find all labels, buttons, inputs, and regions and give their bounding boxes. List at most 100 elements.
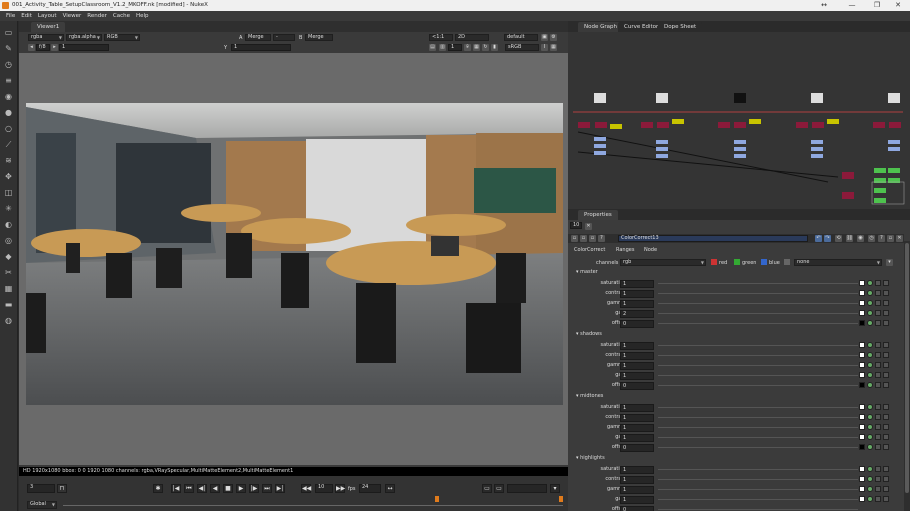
skip-forward-button[interactable]: ▶▶ — [335, 484, 345, 493]
node-color-icon[interactable]: ▫ — [589, 235, 596, 242]
param-slider[interactable] — [658, 447, 858, 448]
roi-icon[interactable]: ▤ — [429, 44, 436, 51]
expand-icon[interactable]: ▫ — [580, 235, 587, 242]
param-slider[interactable] — [658, 427, 858, 428]
color-swatch[interactable] — [859, 444, 865, 450]
mask-options-icon[interactable]: ▾ — [886, 259, 893, 266]
channels-dropdown[interactable]: rgba ▼ — [28, 34, 64, 41]
color-wheel-icon[interactable] — [867, 414, 873, 420]
color-wheel-icon[interactable] — [867, 300, 873, 306]
channel-split-icon[interactable] — [875, 320, 881, 326]
time-tool-icon[interactable]: ◷ — [3, 59, 14, 70]
proxy-icon[interactable]: ▥ — [439, 44, 446, 51]
animation-icon[interactable] — [883, 372, 889, 378]
channels-select[interactable]: rgb ▼ — [620, 259, 706, 266]
step-field[interactable]: 10 — [315, 484, 333, 493]
channel-split-icon[interactable] — [875, 352, 881, 358]
tab-dope-sheet[interactable]: Dope Sheet — [658, 22, 703, 32]
proxy-field[interactable]: 1 — [448, 44, 462, 51]
channel-split-icon[interactable] — [875, 372, 881, 378]
min-icon[interactable]: ▫ — [887, 235, 894, 242]
animation-icon[interactable] — [883, 466, 889, 472]
views-tool-icon[interactable]: ◎ — [3, 235, 14, 246]
channel-split-icon[interactable] — [875, 486, 881, 492]
playhead-marker[interactable] — [435, 496, 439, 502]
animation-icon[interactable] — [883, 382, 889, 388]
out-point-button[interactable]: ▭ — [494, 484, 504, 493]
next-keyframe-button[interactable]: ⏭ — [262, 484, 272, 493]
color-swatch[interactable] — [859, 342, 865, 348]
param-value-field[interactable]: 0 — [620, 444, 654, 452]
param-value-field[interactable]: 1 — [620, 424, 654, 432]
resize-icon[interactable]: ↔ — [810, 0, 838, 11]
param-value-field[interactable]: 0 — [620, 382, 654, 390]
transform-tool-icon[interactable]: ✥ — [3, 171, 14, 182]
menu-cache[interactable]: Cache — [113, 11, 130, 21]
menu-layout[interactable]: Layout — [38, 11, 57, 21]
channel-split-icon[interactable] — [875, 362, 881, 368]
redo-icon[interactable]: ↷ — [824, 235, 831, 242]
timeline-ruler[interactable] — [63, 505, 563, 506]
param-value-field[interactable]: 0 — [620, 506, 654, 511]
color-wheel-icon[interactable] — [867, 444, 873, 450]
color-swatch[interactable] — [859, 352, 865, 358]
param-value-field[interactable]: 1 — [620, 404, 654, 412]
param-slider[interactable] — [658, 283, 858, 284]
animation-icon[interactable] — [883, 280, 889, 286]
group-highlights-label[interactable]: ▾ highlights — [576, 455, 605, 461]
channel-split-icon[interactable] — [875, 496, 881, 502]
prev-keyframe-button[interactable]: ⏮ — [184, 484, 194, 493]
gamma-field[interactable]: 1 — [231, 44, 291, 51]
color-wheel-icon[interactable] — [867, 476, 873, 482]
color-swatch[interactable] — [859, 310, 865, 316]
param-slider[interactable] — [658, 499, 858, 500]
color-wheel-icon[interactable] — [867, 290, 873, 296]
animation-icon[interactable] — [883, 310, 889, 316]
channel-split-icon[interactable] — [875, 424, 881, 430]
node-graph-pane[interactable]: Node Graph Curve Editor Dope Sheet — [568, 21, 910, 209]
channel-tool-icon[interactable]: ≡ — [3, 75, 14, 86]
play-forward-button[interactable]: ▶ — [236, 484, 246, 493]
merge-tool-icon[interactable]: ⟋ — [3, 139, 14, 150]
group-master-label[interactable]: ▾ master — [576, 269, 598, 275]
param-value-field[interactable]: 1 — [620, 476, 654, 484]
param-slider[interactable] — [658, 489, 858, 490]
param-slider[interactable] — [658, 365, 858, 366]
channel-split-icon[interactable] — [875, 382, 881, 388]
blue-checkbox[interactable] — [761, 259, 767, 265]
metadata-tool-icon[interactable]: ◆ — [3, 251, 14, 262]
alpha-checkbox[interactable] — [784, 259, 790, 265]
animation-icon[interactable] — [883, 444, 889, 450]
group-shadows-label[interactable]: ▾ shadows — [576, 331, 602, 337]
image-tool-icon[interactable]: ▭ — [3, 27, 14, 38]
menu-help[interactable]: Help — [136, 11, 149, 21]
tab-node-graph[interactable]: Node Graph — [578, 22, 623, 32]
float-panel-icon[interactable]: ▫ — [571, 235, 578, 242]
animation-icon[interactable] — [883, 404, 889, 410]
step-back-button[interactable]: ◀| — [197, 484, 207, 493]
param-slider[interactable] — [658, 437, 858, 438]
animation-icon[interactable] — [883, 362, 889, 368]
param-value-field[interactable]: 1 — [620, 362, 654, 370]
menu-render[interactable]: Render — [87, 11, 107, 21]
color-wheel-icon[interactable] — [867, 372, 873, 378]
in-point-button[interactable]: ▭ — [482, 484, 492, 493]
animation-icon[interactable] — [883, 424, 889, 430]
param-value-field[interactable]: 1 — [620, 466, 654, 474]
param-slider[interactable] — [658, 469, 858, 470]
view-mode-dropdown[interactable]: 2D — [455, 34, 489, 41]
3d-tool-icon[interactable]: ◫ — [3, 187, 14, 198]
color-swatch[interactable] — [859, 414, 865, 420]
pin-icon[interactable]: ▣ — [541, 34, 548, 41]
animation-icon[interactable] — [883, 320, 889, 326]
toolsets-tool-icon[interactable]: ✂ — [3, 267, 14, 278]
history-icon[interactable]: ◷ — [868, 235, 875, 242]
param-value-field[interactable]: 1 — [620, 352, 654, 360]
node-name-field[interactable]: ColorCorrect13 — [618, 235, 808, 242]
subtab-node[interactable]: Node — [644, 247, 657, 253]
alpha-dropdown[interactable]: rgba.alpha ▼ — [66, 34, 102, 41]
animation-icon[interactable] — [883, 476, 889, 482]
color-wheel-icon[interactable] — [867, 486, 873, 492]
channel-split-icon[interactable] — [875, 476, 881, 482]
channel-split-icon[interactable] — [875, 444, 881, 450]
